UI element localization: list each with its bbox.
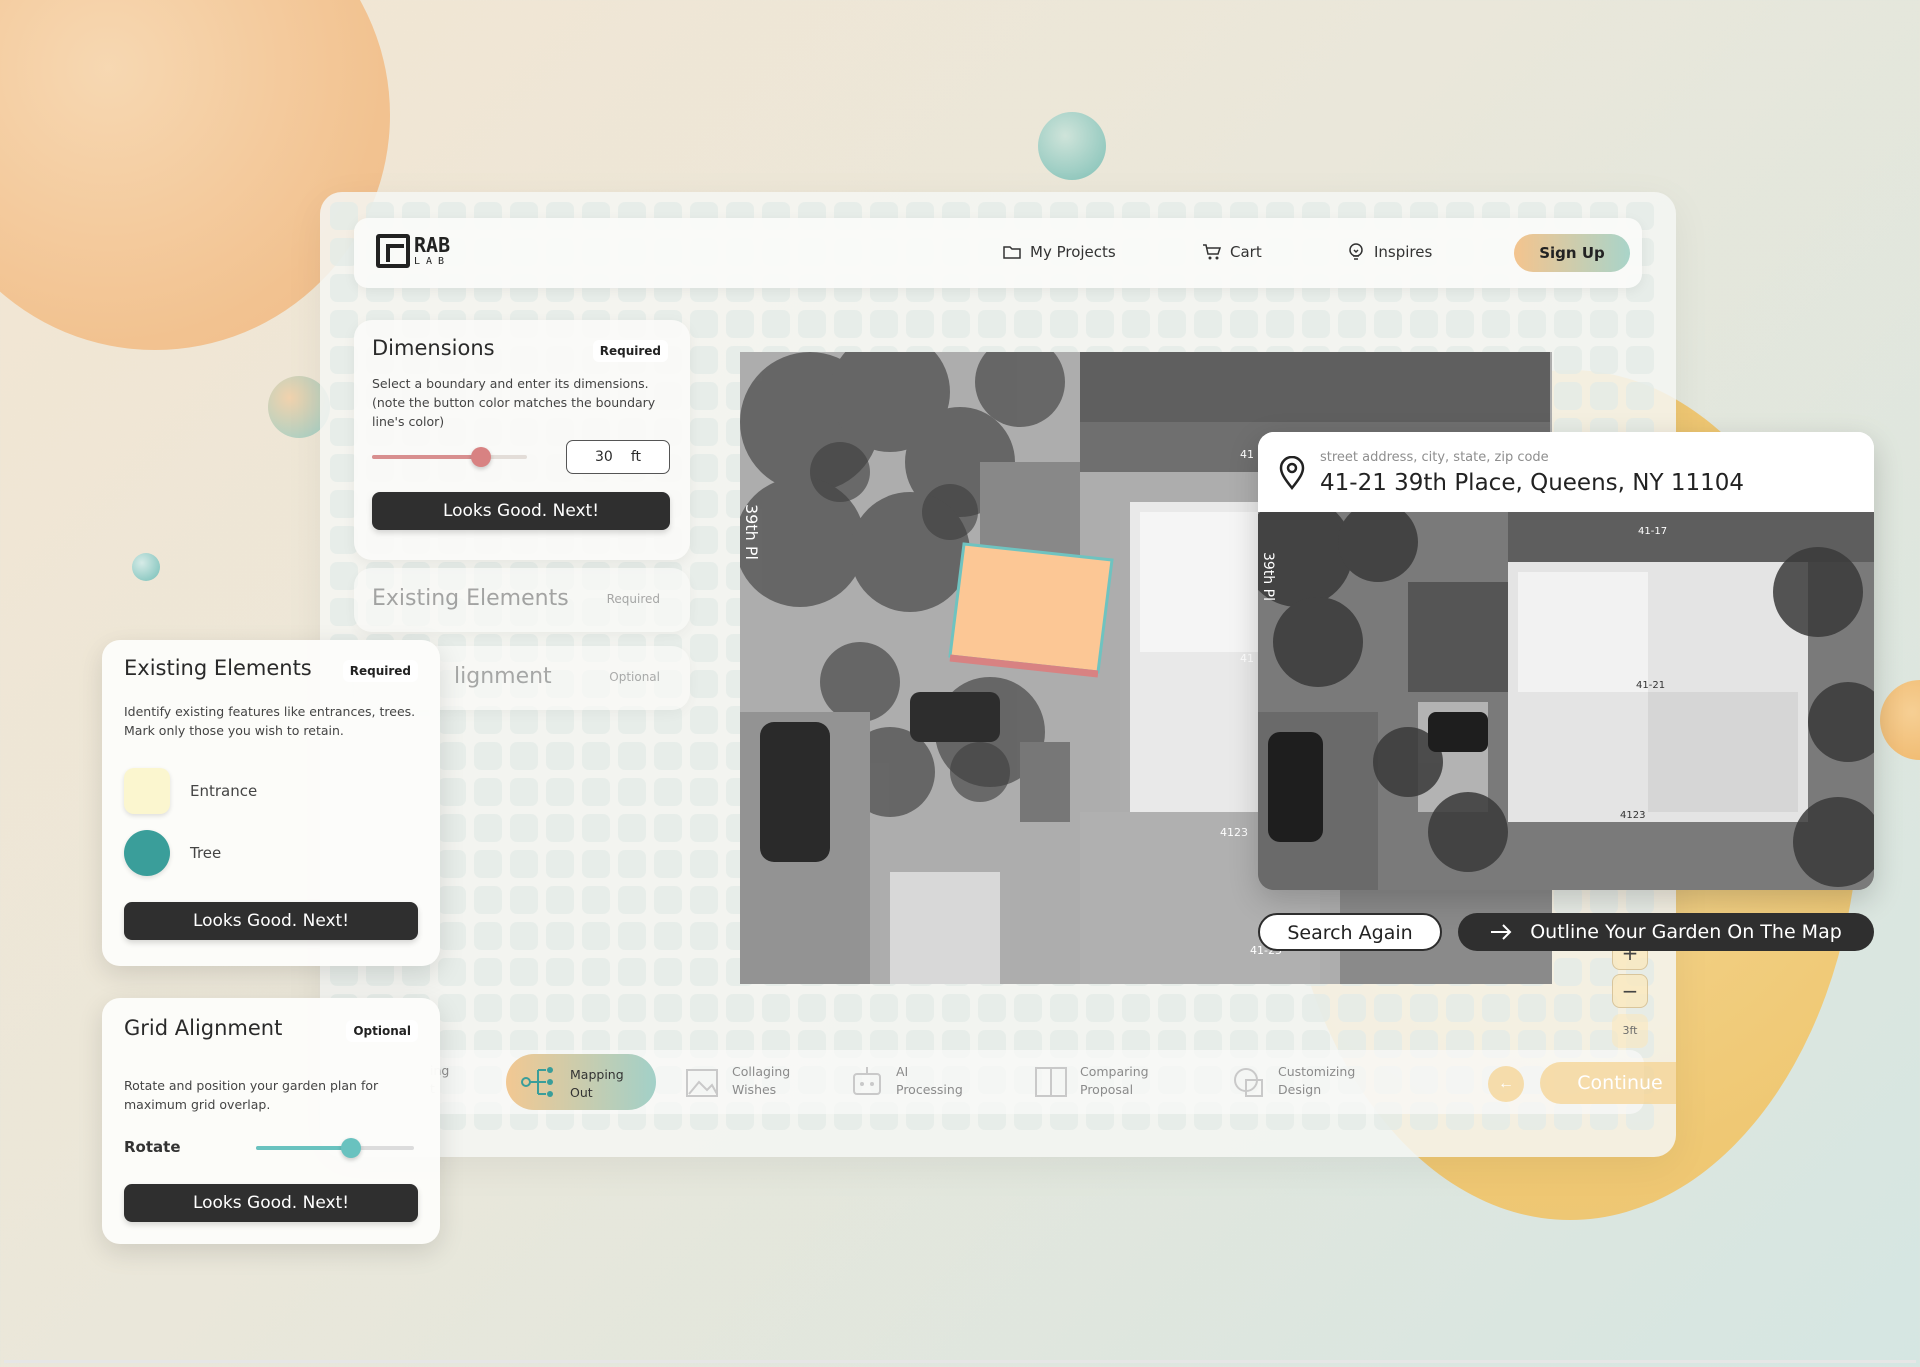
dimension-slider[interactable] xyxy=(372,447,527,467)
outline-garden-button-label: Outline Your Garden On The Map xyxy=(1530,921,1842,943)
dimensions-required-badge: Required xyxy=(592,340,668,362)
step-comparing-proposal[interactable]: Comparing Proposal xyxy=(1032,1062,1170,1100)
step-ai-processing[interactable]: AI Processing xyxy=(848,1062,986,1100)
image-collage-icon xyxy=(686,1069,718,1097)
address-input[interactable]: street address, city, state, zip code 41… xyxy=(1258,432,1874,512)
legend-item-tree[interactable]: Tree xyxy=(124,830,221,876)
map-house-number-2: 41 xyxy=(1240,652,1254,665)
address-input-placeholder: street address, city, state, zip code xyxy=(1320,450,1549,465)
step-comparing-proposal-label: Comparing Proposal xyxy=(1080,1064,1149,1097)
address-satellite-map[interactable]: 41-17 41-21 4123 39th Pl xyxy=(1258,497,1874,890)
dimension-slider-thumb[interactable] xyxy=(470,447,491,467)
continue-button[interactable]: Continue xyxy=(1540,1062,1676,1104)
step-mapping-out-label: Mapping Out xyxy=(570,1067,624,1100)
address-map-label-3: 4123 xyxy=(1620,810,1645,821)
existing-elements-collapsed-panel[interactable]: Existing Elements Required xyxy=(354,568,690,632)
outline-garden-button[interactable]: Outline Your Garden On The Map xyxy=(1458,913,1874,951)
legend-item-tree-label: Tree xyxy=(190,844,222,862)
step-customizing-design-label: Customizing Design xyxy=(1278,1064,1356,1097)
nav-my-projects-label: My Projects xyxy=(1030,243,1116,261)
design-shapes-icon xyxy=(1234,1068,1263,1097)
bottom-divider xyxy=(4,1360,1916,1363)
tree-swatch xyxy=(124,830,170,876)
step-customizing-design[interactable]: Customizing Design xyxy=(1230,1062,1368,1100)
rotate-slider-fill xyxy=(256,1146,351,1150)
step-ai-processing-label: AI Processing xyxy=(896,1064,963,1097)
dimensions-next-button[interactable]: Looks Good. Next! xyxy=(372,492,670,530)
dimension-input-value: 30 xyxy=(595,449,613,465)
address-map-image: 41-17 41-21 4123 39th Pl xyxy=(1258,497,1874,890)
top-nav-bar: RAB LAB My Projects Cart Inspires Sign U… xyxy=(354,218,1642,288)
zoom-out-button[interactable]: − xyxy=(1612,974,1648,1008)
map-house-number-1: 41 xyxy=(1240,448,1254,461)
grid-alignment-card: Grid Alignment Optional Rotate and posit… xyxy=(102,998,440,1244)
dimension-slider-fill xyxy=(372,455,481,459)
step-collaging-wishes-label: Collaging Wishes xyxy=(732,1064,791,1097)
grid-alignment-description: Rotate and position your garden plan for… xyxy=(124,1078,379,1112)
grid-alignment-title: Grid Alignment xyxy=(124,1016,283,1040)
logo-subtext: LAB xyxy=(414,255,451,267)
zoom-scale-indicator: 3ft xyxy=(1612,1014,1648,1048)
compare-icon xyxy=(1035,1067,1067,1097)
logo-text: RAB xyxy=(414,232,451,257)
dimension-input[interactable]: 30 ft xyxy=(566,440,670,474)
map-house-number-3: 4123 xyxy=(1220,826,1248,839)
rotate-label: Rotate xyxy=(124,1138,181,1156)
nav-inspires[interactable]: Inspires xyxy=(1346,242,1432,262)
mapping-tree-icon xyxy=(521,1067,553,1097)
logo-mark-icon xyxy=(376,234,410,268)
entrance-swatch xyxy=(124,768,170,814)
grid-alignment-collapsed-title: lignment xyxy=(454,664,552,689)
background-bubble-small xyxy=(132,553,160,581)
existing-elements-collapsed-title: Existing Elements xyxy=(372,586,569,611)
rotate-slider-thumb[interactable] xyxy=(340,1138,361,1158)
address-search-card: street address, city, state, zip code 41… xyxy=(1258,432,1874,890)
folder-icon xyxy=(1003,246,1021,259)
grid-alignment-optional-badge: Optional xyxy=(346,1020,418,1042)
background-bubble-teal xyxy=(1038,112,1106,180)
nav-cart[interactable]: Cart xyxy=(1202,242,1262,262)
back-button[interactable]: ← xyxy=(1488,1066,1524,1102)
lightbulb-icon xyxy=(1349,243,1363,260)
nav-inspires-label: Inspires xyxy=(1374,243,1433,261)
dimensions-panel: Dimensions Required Select a boundary an… xyxy=(354,320,690,560)
legend-item-entrance[interactable]: Entrance xyxy=(124,768,257,814)
grid-alignment-next-button[interactable]: Looks Good. Next! xyxy=(124,1184,418,1222)
existing-elements-required-badge: Required xyxy=(342,660,418,682)
existing-elements-next-button[interactable]: Looks Good. Next! xyxy=(124,902,418,940)
sign-up-button[interactable]: Sign Up xyxy=(1514,234,1630,272)
dimensions-description: Select a boundary and enter its dimensio… xyxy=(372,376,656,429)
map-street-label: 39th Pl xyxy=(742,504,761,560)
address-map-street-label: 39th Pl xyxy=(1260,552,1276,601)
grid-alignment-collapsed-badge: Optional xyxy=(609,670,660,684)
nav-my-projects[interactable]: My Projects xyxy=(1002,242,1116,262)
step-collaging-wishes[interactable]: Collaging Wishes xyxy=(684,1062,822,1100)
rotate-slider[interactable] xyxy=(256,1138,414,1158)
existing-elements-card: Existing Elements Required Identify exis… xyxy=(102,640,440,966)
progress-steps-bar: ingt MappingOut CollagingWishes AIProces… xyxy=(354,1050,1676,1114)
robot-icon xyxy=(853,1067,881,1095)
location-pin-icon xyxy=(1279,456,1305,490)
background-bubble-right xyxy=(1880,680,1920,760)
existing-elements-description: Identify existing features like entrance… xyxy=(124,704,416,738)
existing-elements-collapsed-badge: Required xyxy=(606,592,660,606)
cart-icon xyxy=(1203,244,1222,260)
existing-elements-title: Existing Elements xyxy=(124,656,312,680)
arrow-right-icon xyxy=(1491,924,1512,940)
dimensions-title: Dimensions xyxy=(372,336,495,360)
address-map-label-1: 41-17 xyxy=(1638,526,1667,537)
address-map-label-2: 41-21 xyxy=(1636,680,1665,691)
dimension-input-unit: ft xyxy=(630,449,641,465)
nav-cart-label: Cart xyxy=(1230,243,1262,261)
legend-item-entrance-label: Entrance xyxy=(190,782,258,800)
address-input-value: 41-21 39th Place, Queens, NY 11104 xyxy=(1320,470,1744,496)
step-mapping-out[interactable]: Mapping Out xyxy=(506,1054,656,1110)
rab-lab-logo[interactable]: RAB LAB xyxy=(376,234,450,268)
search-again-button[interactable]: Search Again xyxy=(1258,913,1442,951)
